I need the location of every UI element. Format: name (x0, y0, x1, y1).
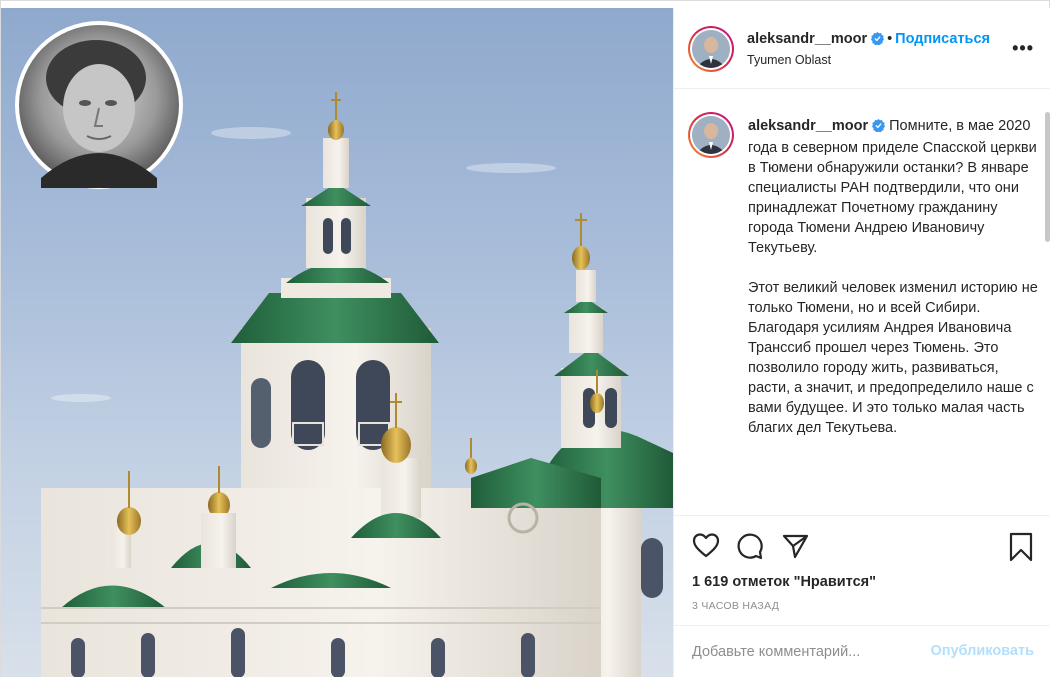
instagram-post: aleksandr__moor • Подписаться Tyumen Oblas… (0, 0, 1050, 677)
header-user-line: aleksandr__moor • Подписаться (747, 31, 990, 49)
caption-paragraph-1: Помните, в мае 2020 года в северном прид… (748, 118, 1037, 256)
caption-avatar[interactable] (688, 112, 734, 158)
share-icon[interactable] (781, 532, 809, 565)
post-header: aleksandr__moor • Подписаться Tyumen Oblas… (674, 8, 1050, 89)
verified-badge-icon (871, 32, 885, 49)
more-options-icon[interactable]: ••• (1012, 38, 1034, 59)
post-timestamp[interactable]: 3 часов назад (692, 600, 779, 612)
comment-icon[interactable] (736, 532, 764, 565)
header-username[interactable]: aleksandr__moor (747, 31, 867, 47)
likes-count[interactable]: 1 619 отметок "Нравится" (692, 574, 876, 590)
follow-button[interactable]: Подписаться (895, 31, 990, 47)
post-photo[interactable] (1, 8, 673, 677)
post-caption: aleksandr__moor Помните, в мае 2020 года… (674, 90, 1050, 515)
portrait-medallion (15, 21, 183, 189)
comment-input[interactable] (692, 640, 922, 664)
caption-text: aleksandr__moor Помните, в мае 2020 года… (748, 116, 1040, 458)
post-location[interactable]: Tyumen Oblast (747, 53, 831, 67)
separator-dot: • (887, 31, 893, 47)
user-photo-icon (692, 30, 730, 68)
verified-badge-icon (872, 118, 886, 138)
caption-paragraph-2: Этот великий человек изменил историю не … (748, 280, 1038, 436)
user-photo-icon (692, 116, 730, 154)
caption-username[interactable]: aleksandr__moor (748, 118, 868, 134)
heart-icon[interactable] (692, 532, 720, 563)
caption-scrollbar[interactable] (1045, 112, 1050, 242)
bookmark-icon[interactable] (1008, 532, 1034, 567)
church-illustration (15, 21, 673, 677)
comment-bar: Опубликовать (674, 625, 1050, 677)
post-side-panel: aleksandr__moor • Подписаться Tyumen Oblas… (673, 8, 1050, 677)
avatar[interactable] (688, 26, 734, 72)
publish-button[interactable]: Опубликовать (930, 643, 1034, 659)
